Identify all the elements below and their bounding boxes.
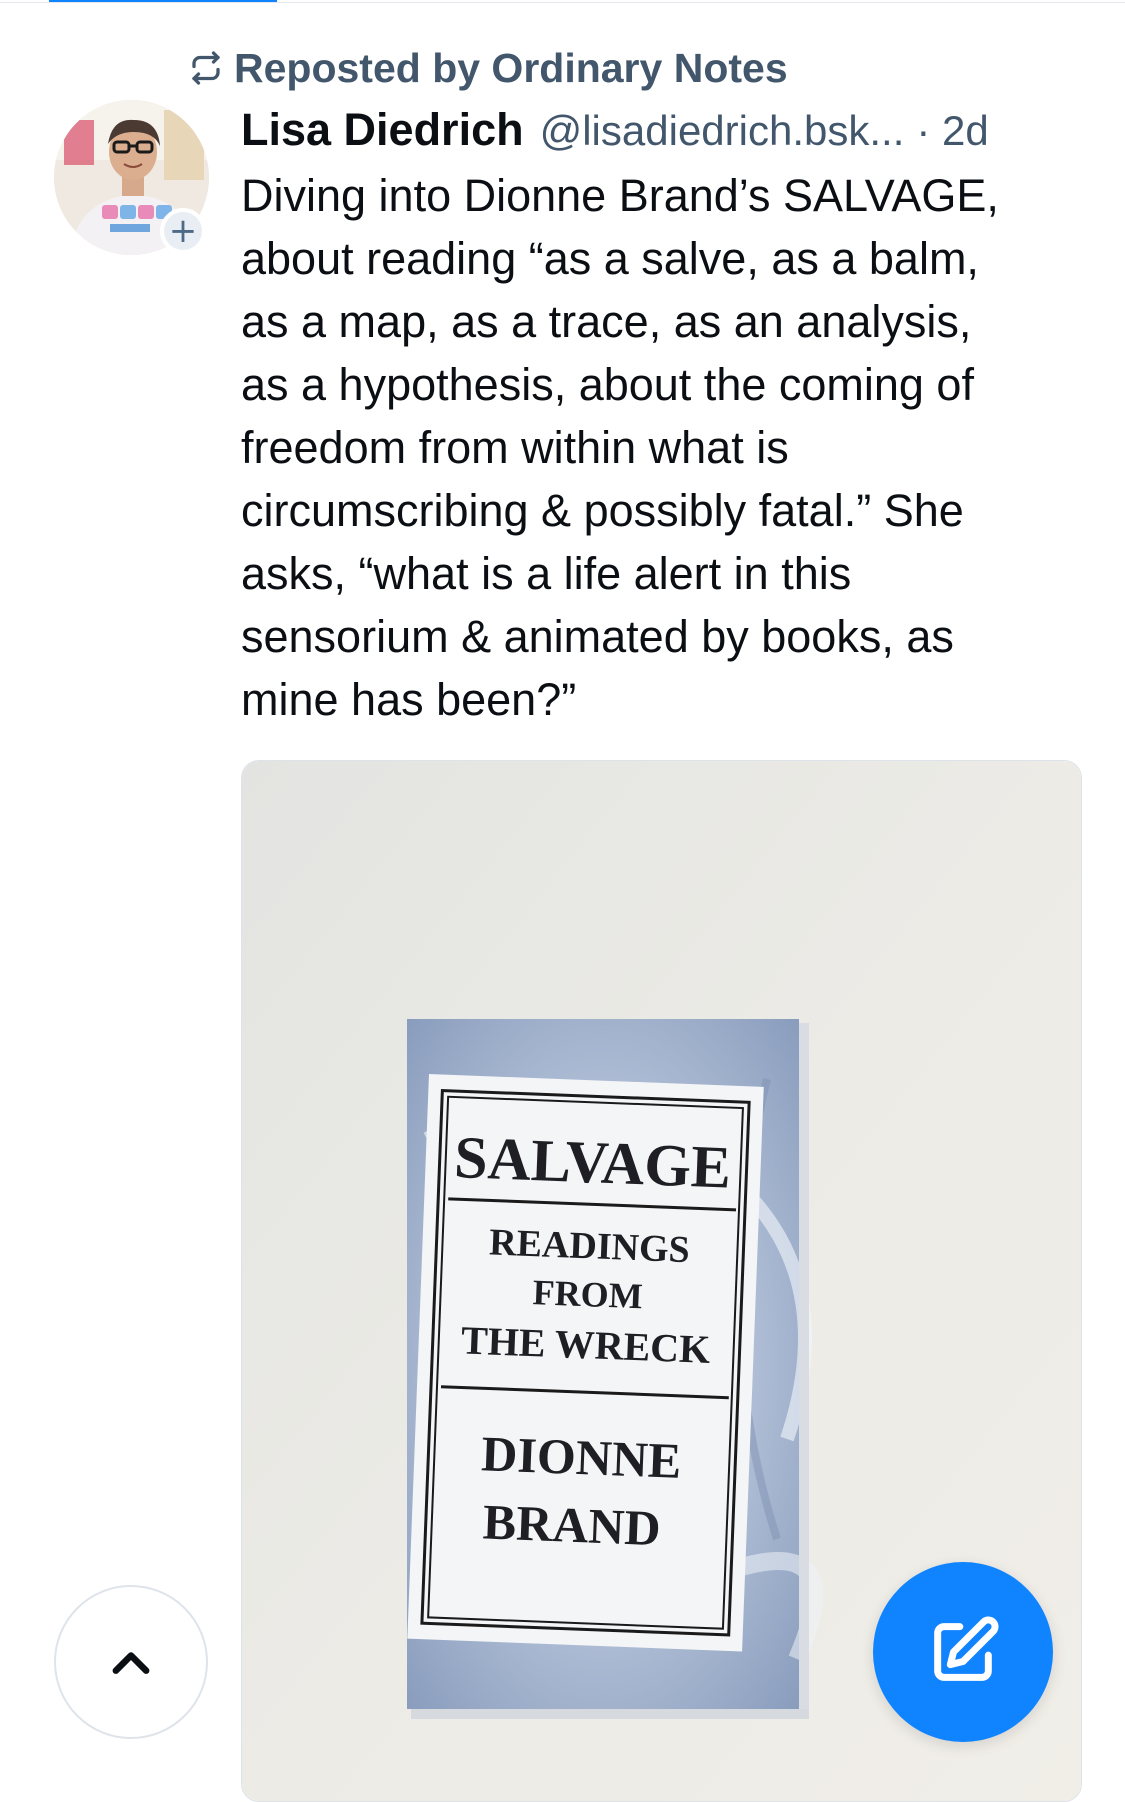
book-subtitle: FROM <box>532 1272 643 1316</box>
post-text-line: asks, “what is a life alert in this <box>241 548 852 599</box>
compose-icon <box>934 1616 999 1681</box>
chevron-up-icon <box>112 1652 150 1674</box>
post-header: Lisa Diedrich @lisadiedrich.bsk... · 2d <box>241 104 1081 158</box>
book-subtitle: READINGS <box>488 1221 690 1271</box>
scroll-to-top-button[interactable] <box>54 1585 208 1739</box>
top-divider <box>0 2 1125 3</box>
author-name[interactable]: Lisa Diedrich <box>241 104 524 156</box>
post-timestamp[interactable]: · 2d <box>916 107 988 155</box>
post-text-line: freedom from within what is <box>241 422 789 473</box>
post-text-line: as a hypothesis, about the coming of <box>241 359 974 410</box>
post-text-line: sensorium & animated by books, as <box>241 611 954 662</box>
book-author: BRAND <box>482 1493 662 1556</box>
book-author: DIONNE <box>480 1425 682 1489</box>
plus-icon: + <box>168 211 198 251</box>
author-handle[interactable]: @lisadiedrich.bsk... <box>540 107 905 155</box>
book-title: SALVAGE <box>453 1124 732 1201</box>
post-text-line: Diving into Dionne Brand’s SALVAGE, <box>241 170 999 221</box>
repost-icon <box>192 51 220 85</box>
repost-label: Reposted by Ordinary Notes <box>234 44 788 91</box>
book-subtitle: THE WRECK <box>460 1317 711 1372</box>
follow-badge[interactable]: + <box>160 208 206 254</box>
post-text: Diving into Dionne Brand’s SALVAGE, abou… <box>241 164 1091 731</box>
repost-indicator[interactable]: Reposted by Ordinary Notes <box>188 45 788 91</box>
post-text-line: as a map, as a trace, as an analysis, <box>241 296 972 347</box>
post-text-line: mine has been?” <box>241 674 577 725</box>
post-text-line: circumscribing & possibly fatal.” She <box>241 485 964 536</box>
compose-button[interactable] <box>873 1562 1053 1742</box>
post-text-line: about reading “as a salve, as a balm, <box>241 233 979 284</box>
